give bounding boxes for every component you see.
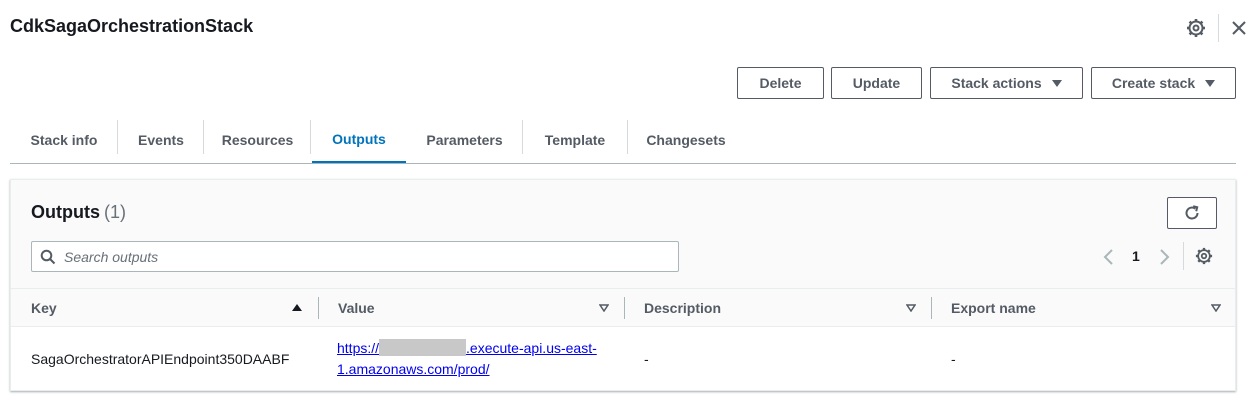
column-label: Value: [338, 300, 375, 316]
chevron-right-icon[interactable]: [1157, 248, 1171, 266]
caret-down-icon: [1205, 79, 1216, 87]
delete-button-label: Delete: [759, 75, 802, 91]
header-divider: [1218, 14, 1219, 42]
output-value-link[interactable]: https:// .execute-api.us-east- 1.amazonaws…: [337, 338, 597, 380]
tab-label: Parameters: [426, 132, 503, 148]
tab-parameters[interactable]: Parameters: [407, 117, 522, 163]
cell-key: SagaOrchestratorAPIEndpoint350DAABF: [31, 350, 290, 367]
tab-label: Resources: [221, 132, 294, 148]
create-stack-button[interactable]: Create stack: [1091, 67, 1236, 99]
stack-actions-label: Stack actions: [951, 75, 1042, 91]
pager-divider: [1183, 242, 1184, 270]
tab-stack-info[interactable]: Stack info: [10, 117, 118, 163]
close-icon[interactable]: [1230, 19, 1248, 37]
column-header-description[interactable]: Description: [644, 289, 721, 327]
outputs-title: Outputs (1): [31, 202, 126, 223]
column-header-value[interactable]: Value: [338, 289, 375, 327]
cell-export-name: -: [951, 350, 956, 367]
column-header-key[interactable]: Key: [31, 289, 57, 327]
search-input[interactable]: [64, 242, 664, 271]
outputs-panel-header: Outputs(1) 1: [11, 180, 1235, 289]
update-button-label: Update: [852, 75, 901, 91]
stack-actions-button[interactable]: Stack actions: [930, 67, 1083, 99]
column-label: Key: [31, 300, 57, 316]
delete-button[interactable]: Delete: [737, 67, 824, 99]
sort-descending-icon[interactable]: [1211, 304, 1221, 312]
tab-changesets[interactable]: Changesets: [628, 117, 744, 163]
table-row: SagaOrchestratorAPIEndpoint350DAABF http…: [11, 327, 1235, 390]
chevron-left-icon[interactable]: [1102, 248, 1116, 266]
search-outputs-field[interactable]: [31, 241, 679, 272]
cell-description: -: [644, 350, 649, 367]
link-prefix: https://: [337, 339, 380, 356]
column-label: Description: [644, 300, 722, 316]
tab-label: Events: [138, 132, 184, 148]
update-button[interactable]: Update: [831, 67, 922, 99]
tab-bar: Stack info Events Resources Outputs Para…: [10, 117, 1236, 164]
page-title: CdkSagaOrchestrationStack: [10, 16, 254, 36]
column-header-export-name[interactable]: Export name: [951, 289, 1036, 327]
caret-down-icon: [1051, 79, 1062, 87]
column-separator: [931, 297, 932, 319]
column-separator: [624, 297, 625, 319]
tab-events[interactable]: Events: [118, 117, 204, 163]
tab-template[interactable]: Template: [523, 117, 627, 163]
column-label: Export name: [951, 300, 1036, 316]
tab-label: Outputs: [332, 131, 386, 147]
outputs-count: (1): [104, 202, 126, 222]
column-separator: [318, 297, 319, 319]
tab-resources[interactable]: Resources: [204, 117, 311, 163]
refresh-button[interactable]: [1167, 197, 1217, 229]
create-stack-label: Create stack: [1111, 75, 1196, 91]
link-suffix: .execute-api.us-east-: [466, 339, 597, 356]
tab-label: Changesets: [646, 132, 726, 148]
outputs-title-text: Outputs: [31, 202, 100, 222]
search-icon: [40, 249, 56, 265]
sort-descending-icon[interactable]: [599, 304, 609, 312]
sort-descending-icon[interactable]: [906, 304, 916, 312]
outputs-panel: Outputs(1) 1: [10, 179, 1236, 391]
tab-label: Template: [544, 132, 606, 148]
tab-outputs[interactable]: Outputs: [312, 117, 406, 163]
redacted-block: [379, 338, 467, 356]
link-line2: 1.amazonaws.com/prod/: [337, 360, 490, 377]
gear-icon[interactable]: [1195, 247, 1213, 265]
refresh-icon: [1185, 205, 1199, 220]
sort-ascending-icon[interactable]: [292, 304, 302, 311]
tab-separator: [310, 120, 311, 154]
outputs-table-header: Key Value Description Export name: [11, 289, 1235, 327]
cell-value: https:// .execute-api.us-east- 1.amazonaws…: [337, 327, 617, 390]
tab-label: Stack info: [30, 132, 98, 148]
page-number[interactable]: 1: [1132, 248, 1140, 264]
gear-icon[interactable]: [1186, 18, 1206, 38]
